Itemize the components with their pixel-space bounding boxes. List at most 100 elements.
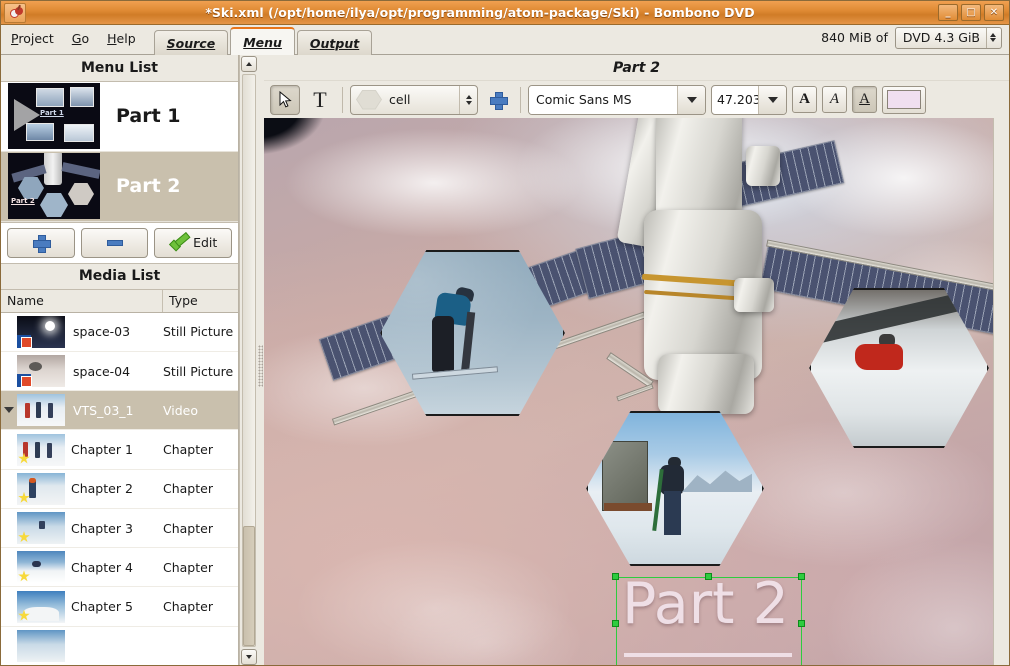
cloud bbox=[284, 128, 584, 238]
font-size-value[interactable]: 47.203 bbox=[712, 86, 758, 114]
media-row-name: Chapter 3 bbox=[65, 521, 163, 536]
station-module-bottom bbox=[658, 354, 754, 414]
thumb-detail bbox=[32, 561, 41, 567]
skis bbox=[412, 366, 498, 379]
canvas-right-edge bbox=[993, 118, 1009, 666]
resize-handle-n[interactable] bbox=[705, 573, 712, 580]
pane-splitter[interactable] bbox=[257, 55, 264, 666]
media-row-type: Chapter bbox=[163, 442, 238, 457]
media-row-name: space-04 bbox=[65, 364, 163, 379]
edit-menu-button[interactable]: Edit bbox=[154, 228, 232, 258]
triangle-down-icon bbox=[4, 407, 14, 413]
menu-item-help-label: elp bbox=[117, 31, 136, 46]
cloud bbox=[384, 588, 584, 666]
font-size-dropdown[interactable] bbox=[758, 86, 786, 114]
disc-capacity-combo[interactable]: DVD 4.3 GiB bbox=[895, 27, 1002, 49]
media-list-row-chapter-2[interactable]: Chapter 2 Chapter bbox=[1, 470, 238, 509]
media-list-row-chapter-1[interactable]: Chapter 1 Chapter bbox=[1, 430, 238, 469]
media-list-row-vts-03-1[interactable]: VTS_03_1 Video bbox=[1, 391, 238, 430]
remove-menu-button[interactable] bbox=[81, 228, 149, 258]
minimize-button[interactable]: _ bbox=[938, 4, 958, 21]
selected-text-object[interactable]: Part 2 bbox=[616, 577, 802, 666]
text-tool[interactable]: T bbox=[305, 85, 335, 115]
cell-type-combo[interactable]: cell bbox=[350, 85, 478, 115]
scrollbar-thumb[interactable] bbox=[243, 526, 255, 646]
media-list-row-chapter-3[interactable]: Chapter 3 Chapter bbox=[1, 509, 238, 548]
menu-item-project[interactable]: Project bbox=[9, 29, 56, 49]
cursor-icon bbox=[279, 91, 292, 108]
resize-handle-w[interactable] bbox=[612, 620, 619, 627]
check-icon bbox=[169, 235, 189, 251]
media-thumbnail bbox=[17, 434, 65, 466]
minus-icon bbox=[107, 240, 123, 246]
font-family-dropdown[interactable] bbox=[677, 86, 705, 114]
media-thumbnail bbox=[17, 591, 65, 623]
font-size-combo[interactable]: 47.203 bbox=[711, 85, 787, 115]
media-list-row-chapter-5[interactable]: Chapter 5 Chapter bbox=[1, 587, 238, 626]
chevron-down-icon bbox=[466, 101, 472, 105]
column-header-name: Name bbox=[1, 290, 163, 312]
italic-button[interactable]: A bbox=[822, 86, 847, 113]
thumb-caption: Part 2 bbox=[11, 197, 35, 205]
select-tool[interactable] bbox=[270, 85, 300, 115]
menu-list-item-part-1[interactable]: Part 1 Part 1 bbox=[1, 82, 238, 152]
tab-output[interactable]: Output bbox=[297, 30, 372, 55]
chevron-down-icon bbox=[990, 38, 996, 42]
thumb-photo bbox=[26, 123, 54, 141]
sitter-jacket bbox=[855, 344, 903, 370]
media-row-name: VTS_03_1 bbox=[65, 403, 163, 418]
media-thumbnail bbox=[17, 630, 65, 662]
font-family-combo[interactable]: Comic Sans MS bbox=[528, 85, 706, 115]
cell-type-value: cell bbox=[382, 92, 459, 107]
edit-menu-button-label: Edit bbox=[193, 235, 217, 250]
row-expander-toggle[interactable] bbox=[1, 407, 17, 413]
resize-handle-nw[interactable] bbox=[612, 573, 619, 580]
maximize-button[interactable]: □ bbox=[961, 4, 981, 21]
menu-item-go[interactable]: Go bbox=[70, 29, 91, 49]
application-window: *Ski.xml (/opt/home/ilya/opt/programming… bbox=[0, 0, 1010, 666]
menu-item-help[interactable]: Help bbox=[105, 29, 138, 49]
minimize-icon: _ bbox=[946, 8, 951, 18]
text-color-button[interactable] bbox=[882, 86, 926, 114]
media-list-header: Media List bbox=[1, 264, 238, 291]
scrollbar-track[interactable] bbox=[242, 74, 256, 647]
editor-pane: Part 2 T cell bbox=[264, 55, 1009, 666]
close-button[interactable]: ✕ bbox=[984, 4, 1004, 21]
add-object-button[interactable] bbox=[483, 85, 513, 115]
menu-canvas[interactable]: Part 2 bbox=[264, 118, 993, 666]
media-list-row-space-04[interactable]: space-04 Still Picture bbox=[1, 352, 238, 391]
italic-A-icon: A bbox=[830, 91, 839, 108]
media-list-row-space-03[interactable]: space-03 Still Picture bbox=[1, 313, 238, 352]
resize-handle-e[interactable] bbox=[798, 620, 805, 627]
text-T-icon: T bbox=[313, 87, 326, 113]
media-list-columns: Name Type bbox=[1, 290, 238, 313]
media-row-type: Still Picture bbox=[163, 364, 238, 379]
media-list-row-partial[interactable] bbox=[1, 627, 238, 666]
underline-button[interactable]: A bbox=[852, 86, 877, 113]
media-list-row-chapter-4[interactable]: Chapter 4 Chapter bbox=[1, 548, 238, 587]
bold-button[interactable]: A bbox=[792, 86, 817, 113]
media-thumbnail bbox=[17, 355, 65, 387]
media-row-type: Chapter bbox=[163, 521, 238, 536]
resize-handle-ne[interactable] bbox=[798, 573, 805, 580]
scroll-down-button[interactable] bbox=[241, 649, 257, 665]
still-picture-badge-icon bbox=[17, 335, 31, 348]
cell-skier-3[interactable] bbox=[586, 411, 764, 566]
disc-size-info: 840 MiB of DVD 4.3 GiB bbox=[821, 24, 1009, 54]
disc-capacity-spinner[interactable] bbox=[986, 28, 999, 48]
add-menu-button[interactable] bbox=[7, 228, 75, 258]
menu-list-item-part-2[interactable]: Part 2 Part 2 bbox=[1, 152, 238, 222]
station-node bbox=[746, 146, 780, 186]
cell-type-spinner[interactable] bbox=[459, 86, 477, 114]
tab-menu[interactable]: Menu bbox=[230, 27, 295, 55]
media-row-name: space-03 bbox=[65, 324, 163, 339]
media-row-type: Chapter bbox=[163, 560, 238, 575]
sidebar-scrollbar[interactable] bbox=[239, 55, 257, 666]
scroll-up-button[interactable] bbox=[241, 56, 257, 72]
underline-A-icon: A bbox=[859, 91, 870, 108]
bombono-app-icon bbox=[4, 3, 26, 23]
menu-thumbnail-part-1: Part 1 bbox=[8, 83, 100, 149]
mountain-ridge bbox=[682, 466, 752, 492]
tab-source[interactable]: Source bbox=[154, 30, 229, 55]
ski-pole bbox=[652, 469, 664, 531]
